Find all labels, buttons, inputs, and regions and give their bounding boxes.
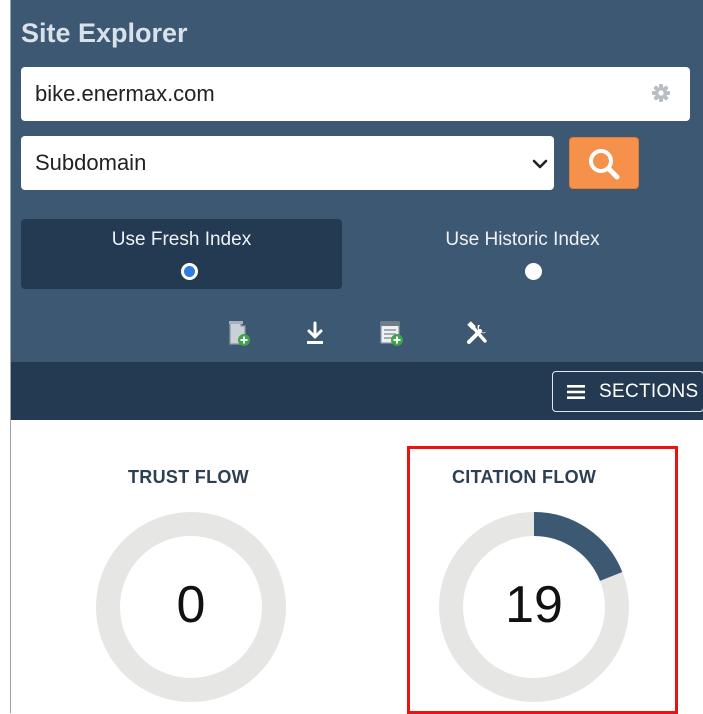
- download-icon[interactable]: [301, 318, 329, 348]
- fresh-index-label: Use Fresh Index: [111, 229, 252, 250]
- url-input[interactable]: [21, 67, 690, 121]
- tools-icon[interactable]: [463, 318, 491, 348]
- hamburger-menu-icon: [567, 385, 585, 399]
- site-explorer-panel: Site Explorer Subdomain Use Fresh Index …: [11, 0, 703, 362]
- chevron-down-icon: [532, 159, 548, 169]
- scope-select-value: Subdomain: [35, 150, 147, 175]
- historic-index-radio[interactable]: [525, 263, 542, 280]
- scope-select[interactable]: Subdomain: [21, 136, 554, 190]
- sections-button-label: SECTIONS: [599, 381, 699, 402]
- gear-icon[interactable]: [649, 81, 673, 105]
- trust-flow-label: TRUST FLOW: [128, 467, 249, 487]
- citation-flow-highlight: [407, 446, 678, 714]
- search-button[interactable]: [569, 137, 639, 189]
- fresh-index-option[interactable]: Use Fresh Index: [21, 219, 342, 289]
- trust-flow-value: 0: [176, 576, 206, 634]
- fresh-index-radio[interactable]: [181, 263, 198, 280]
- bin-add-icon[interactable]: [225, 318, 253, 348]
- panel-title: Site Explorer: [21, 18, 188, 48]
- historic-index-option[interactable]: Use Historic Index: [362, 219, 683, 289]
- section-navbar: SECTIONS: [11, 362, 703, 420]
- report-add-icon[interactable]: [377, 318, 405, 348]
- search-icon: [589, 149, 620, 180]
- historic-index-label: Use Historic Index: [445, 229, 600, 250]
- sections-button[interactable]: SECTIONS: [552, 371, 703, 412]
